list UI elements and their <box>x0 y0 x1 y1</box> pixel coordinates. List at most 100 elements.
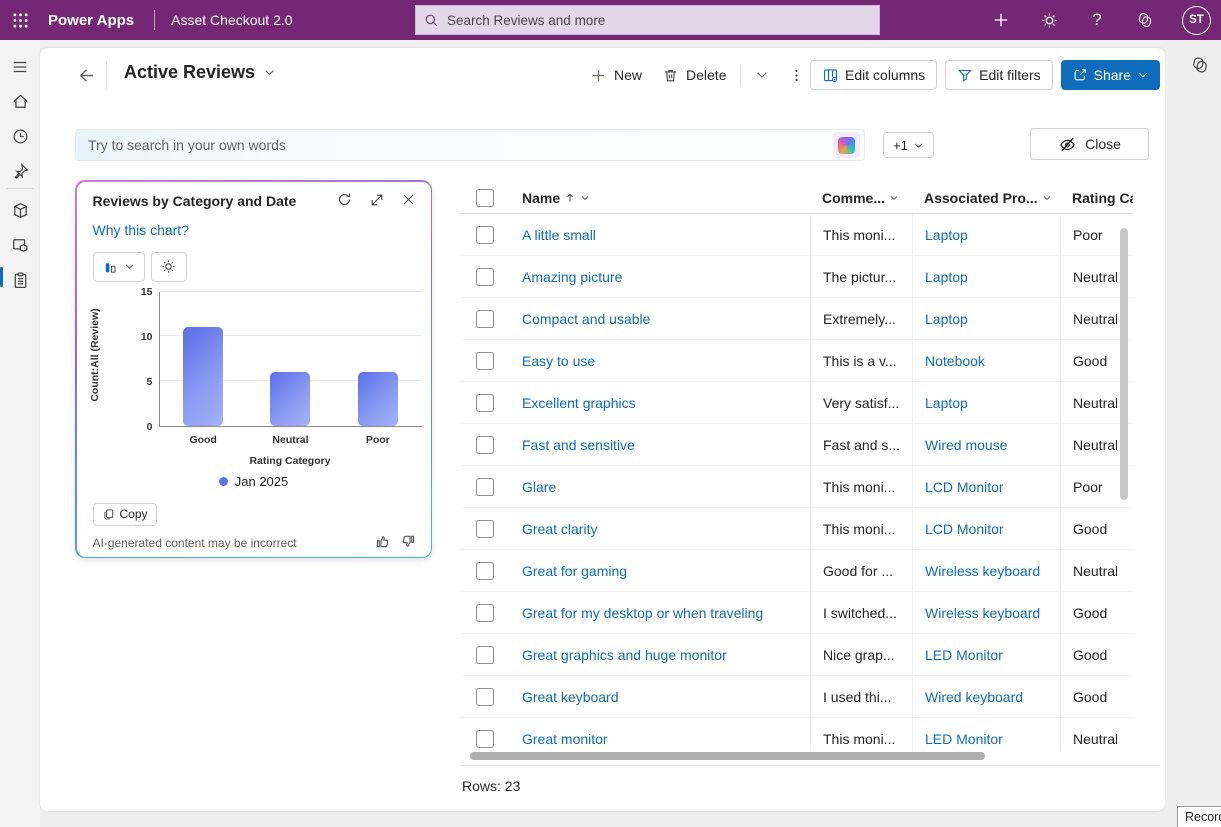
review-name-link[interactable]: A little small <box>510 214 810 255</box>
command-dropdown-chevron[interactable] <box>745 60 779 90</box>
product-link[interactable]: Wireless keyboard <box>912 592 1060 633</box>
table-row[interactable]: Fast and sensitive Fast and s... Wired m… <box>460 424 1133 466</box>
bar-neutral[interactable] <box>270 372 310 426</box>
table-row[interactable]: Great clarity This moni... LCD Monitor G… <box>460 508 1133 550</box>
sidebar-item-apps[interactable] <box>0 195 40 225</box>
product-link[interactable]: LCD Monitor <box>912 508 1060 549</box>
expand-icon[interactable] <box>367 190 387 210</box>
product-link[interactable]: LED Monitor <box>912 634 1060 675</box>
select-all-checkbox[interactable] <box>476 189 494 207</box>
table-row[interactable]: Great for my desktop or when traveling I… <box>460 592 1133 634</box>
settings-gear-icon[interactable] <box>1038 9 1060 31</box>
global-search-input[interactable] <box>447 13 871 28</box>
product-link[interactable]: LCD Monitor <box>912 466 1060 507</box>
chart-type-dropdown[interactable] <box>93 252 145 282</box>
thumbs-up-icon[interactable] <box>374 533 391 550</box>
product-link[interactable]: Wired mouse <box>912 424 1060 465</box>
product-link[interactable]: Laptop <box>912 382 1060 423</box>
environment-name[interactable]: Asset Checkout 2.0 <box>171 12 292 28</box>
product-link[interactable]: LED Monitor <box>912 718 1060 751</box>
back-button[interactable] <box>72 62 98 88</box>
table-row[interactable]: Great keyboard I used thi... Wired keybo… <box>460 676 1133 718</box>
waffle-menu-icon[interactable] <box>0 0 40 40</box>
review-name-link[interactable]: Amazing picture <box>510 256 810 297</box>
row-checkbox[interactable] <box>476 226 494 244</box>
filter-count-button[interactable]: +1 <box>883 132 934 158</box>
close-search-button[interactable]: Close <box>1030 128 1149 160</box>
row-checkbox[interactable] <box>476 436 494 454</box>
review-name-link[interactable]: Excellent graphics <box>510 382 810 423</box>
review-name-link[interactable]: Great for gaming <box>510 550 810 591</box>
copy-button[interactable]: Copy <box>93 503 157 526</box>
row-checkbox[interactable] <box>476 352 494 370</box>
smart-search-input[interactable] <box>88 137 833 153</box>
close-icon[interactable] <box>399 190 419 210</box>
chart-settings-button[interactable] <box>151 252 187 282</box>
share-button[interactable]: Share <box>1061 60 1160 90</box>
review-name-link[interactable]: Great clarity <box>510 508 810 549</box>
smart-search-box[interactable] <box>75 129 865 161</box>
product-link[interactable]: Laptop <box>912 214 1060 255</box>
review-name-link[interactable]: Great for my desktop or when traveling <box>510 592 810 633</box>
edit-filters-button[interactable]: Edit filters <box>945 60 1052 90</box>
edit-columns-button[interactable]: Edit columns <box>810 60 937 90</box>
table-row[interactable]: Compact and usable Extremely... Laptop N… <box>460 298 1133 340</box>
view-selector[interactable]: Active Reviews <box>124 62 276 83</box>
row-checkbox[interactable] <box>476 394 494 412</box>
table-row[interactable]: Easy to use This is a v... Notebook Good <box>460 340 1133 382</box>
review-name-link[interactable]: Fast and sensitive <box>510 424 810 465</box>
hamburger-menu-icon[interactable] <box>0 52 40 82</box>
vertical-scrollbar[interactable] <box>1120 228 1128 500</box>
new-button[interactable]: New <box>580 60 652 90</box>
bar-poor[interactable] <box>358 372 398 426</box>
product-link[interactable]: Laptop <box>912 256 1060 297</box>
refresh-icon[interactable] <box>335 190 355 210</box>
row-checkbox[interactable] <box>476 268 494 286</box>
copilot-icon[interactable] <box>1134 9 1156 31</box>
product-link[interactable]: Laptop <box>912 298 1060 339</box>
review-name-link[interactable]: Great keyboard <box>510 676 810 717</box>
review-name-link[interactable]: Great monitor <box>510 718 810 751</box>
sidebar-item-home[interactable] <box>0 86 40 116</box>
delete-button[interactable]: Delete <box>652 60 736 90</box>
bar-good[interactable] <box>183 327 223 425</box>
help-icon[interactable]: ? <box>1086 9 1108 31</box>
row-checkbox[interactable] <box>476 730 494 748</box>
avatar[interactable]: ST <box>1182 6 1211 35</box>
row-checkbox[interactable] <box>476 604 494 622</box>
table-row[interactable]: Great for gaming Good for ... Wireless k… <box>460 550 1133 592</box>
why-this-chart-link[interactable]: Why this chart? <box>93 222 189 238</box>
product-link[interactable]: Notebook <box>912 340 1060 381</box>
sidebar-item-lists[interactable] <box>0 265 40 295</box>
app-name[interactable]: Power Apps <box>48 12 134 29</box>
column-header-comment[interactable]: Comme... <box>810 190 912 206</box>
column-header-name[interactable]: Name <box>510 190 810 206</box>
review-name-link[interactable]: Glare <box>510 466 810 507</box>
product-link[interactable]: Wired keyboard <box>912 676 1060 717</box>
row-checkbox[interactable] <box>476 688 494 706</box>
table-row[interactable]: Glare This moni... LCD Monitor Poor <box>460 466 1133 508</box>
copilot-icon[interactable] <box>1189 54 1211 76</box>
table-row[interactable]: Excellent graphics Very satisf... Laptop… <box>460 382 1133 424</box>
table-row[interactable]: Great monitor This moni... LED Monitor N… <box>460 718 1133 751</box>
row-checkbox[interactable] <box>476 520 494 538</box>
row-checkbox[interactable] <box>476 562 494 580</box>
product-link[interactable]: Wireless keyboard <box>912 550 1060 591</box>
horizontal-scrollbar[interactable] <box>470 752 985 760</box>
sidebar-item-recent[interactable] <box>0 121 40 151</box>
copilot-search-button[interactable] <box>833 132 860 158</box>
column-header-product[interactable]: Associated Pro... <box>912 190 1060 206</box>
table-row[interactable]: Amazing picture The pictur... Laptop Neu… <box>460 256 1133 298</box>
global-search-box[interactable] <box>415 5 880 35</box>
new-plus-icon[interactable] <box>990 9 1012 31</box>
column-header-rating[interactable]: Rating Ca <box>1060 190 1133 206</box>
table-row[interactable]: A little small This moni... Laptop Poor <box>460 214 1133 256</box>
row-checkbox[interactable] <box>476 478 494 496</box>
row-checkbox[interactable] <box>476 646 494 664</box>
review-name-link[interactable]: Great graphics and huge monitor <box>510 634 810 675</box>
review-name-link[interactable]: Easy to use <box>510 340 810 381</box>
table-row[interactable]: Great graphics and huge monitor Nice gra… <box>460 634 1133 676</box>
review-name-link[interactable]: Compact and usable <box>510 298 810 339</box>
row-checkbox[interactable] <box>476 310 494 328</box>
thumbs-down-icon[interactable] <box>400 533 417 550</box>
